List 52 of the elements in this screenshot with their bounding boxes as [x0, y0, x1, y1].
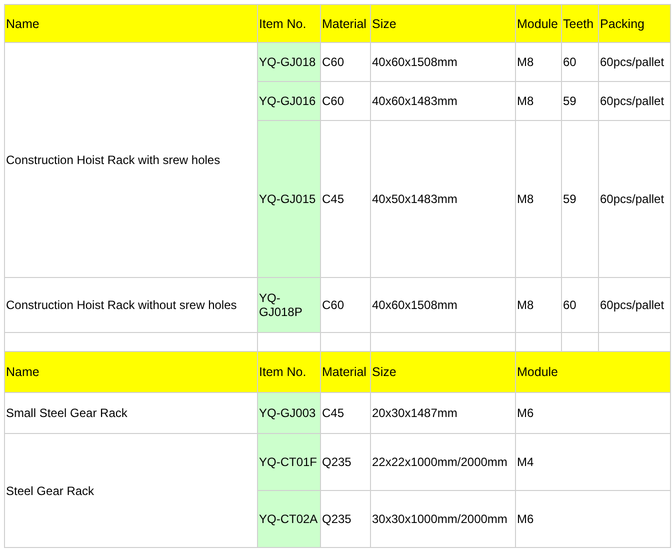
table-cell: 60	[562, 42, 598, 82]
table-cell: 60pcs/pallet	[598, 278, 670, 332]
column-header: Material	[320, 4, 370, 42]
table-cell: M6	[516, 490, 670, 548]
product-name-cell: Small Steel Gear Rack	[4, 392, 258, 434]
product-name-cell: Construction Hoist Rack with srew holes	[4, 42, 258, 278]
column-header: Teeth	[562, 4, 598, 42]
item-number-cell: YQ-GJ016	[258, 82, 320, 120]
table-cell: M4	[516, 434, 670, 490]
column-header: Packing	[598, 4, 670, 42]
table-cell: M8	[516, 120, 562, 278]
item-number-cell: YQ-CT01F	[258, 434, 320, 490]
table-cell: C60	[320, 82, 370, 120]
table-cell: Q235	[320, 490, 370, 548]
table-cell: 40x60x1508mm	[370, 42, 516, 82]
item-number-cell: YQ-GJ018P	[258, 278, 320, 332]
table-cell: 30x30x1000mm/2000mm	[370, 490, 516, 548]
table-cell: M8	[516, 278, 562, 332]
table-cell: 59	[562, 120, 598, 278]
table-cell: M8	[516, 42, 562, 82]
item-number-cell: YQ-GJ018	[258, 42, 320, 82]
table-cell: M6	[516, 392, 670, 434]
table-cell: 60pcs/pallet	[598, 120, 670, 278]
table-cell: Q235	[320, 434, 370, 490]
item-number-cell: YQ-GJ015	[258, 120, 320, 278]
table-cell: C60	[320, 278, 370, 332]
table-cell: 60pcs/pallet	[598, 82, 670, 120]
column-header: Item No.	[258, 4, 320, 42]
product-name-cell: Steel Gear Rack	[4, 434, 258, 548]
table-cell: 60	[562, 278, 598, 332]
table-cell: 60pcs/pallet	[598, 42, 670, 82]
table-cell: C60	[320, 42, 370, 82]
table-cell: 40x50x1483mm	[370, 120, 516, 278]
item-number-cell: YQ-CT02A	[258, 490, 320, 548]
column-header: Material	[320, 352, 370, 392]
table-cell: 40x60x1483mm	[370, 82, 516, 120]
table-cell: 40x60x1508mm	[370, 278, 516, 332]
column-header: Module	[516, 352, 670, 392]
column-header: Item No.	[258, 352, 320, 392]
item-number-cell: YQ-GJ003	[258, 392, 320, 434]
table-cell: 20x30x1487mm	[370, 392, 516, 434]
table-cell: C45	[320, 120, 370, 278]
table-cell: M8	[516, 82, 562, 120]
column-header: Size	[370, 352, 516, 392]
column-header: Name	[4, 4, 258, 42]
column-header: Name	[4, 352, 258, 392]
table-cell: 22x22x1000mm/2000mm	[370, 434, 516, 490]
column-header: Module	[516, 4, 562, 42]
table-cell: C45	[320, 392, 370, 434]
table-cell: 59	[562, 82, 598, 120]
product-name-cell: Construction Hoist Rack without srew holes	[4, 278, 258, 332]
column-header: Size	[370, 4, 516, 42]
